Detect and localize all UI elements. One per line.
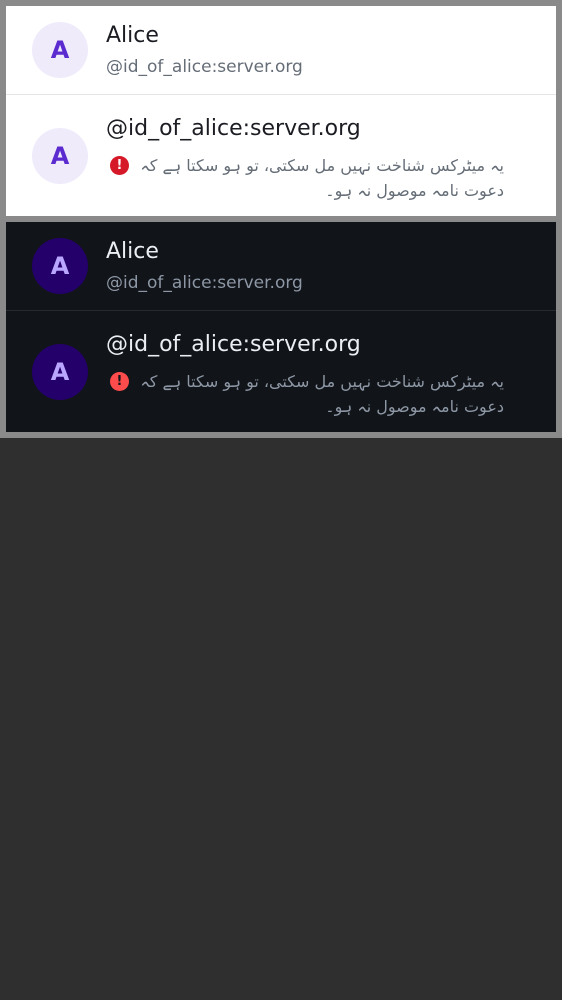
user-id: @id_of_alice:server.org xyxy=(106,57,303,77)
avatar: A xyxy=(32,22,88,78)
light-theme-panel: A Alice @id_of_alice:server.org A @id_of… xyxy=(6,6,556,216)
user-id-title: @id_of_alice:server.org xyxy=(106,332,361,357)
dark-theme-panel: A Alice @id_of_alice:server.org A @id_of… xyxy=(6,222,556,432)
error-icon: ! xyxy=(110,372,129,391)
user-id-title: @id_of_alice:server.org xyxy=(106,116,361,141)
user-id: @id_of_alice:server.org xyxy=(106,273,303,293)
preview-frame: A Alice @id_of_alice:server.org A @id_of… xyxy=(0,0,562,438)
display-name: Alice xyxy=(106,239,159,264)
unknown-user-row[interactable]: A @id_of_alice:server.org ! یہ میٹرکس شن… xyxy=(6,95,556,216)
display-name: Alice xyxy=(106,23,159,48)
warning-message: یہ میٹرکس شناخت نہیں مل سکتی، تو ہو سکتا… xyxy=(140,372,504,416)
unknown-user-row[interactable]: A @id_of_alice:server.org ! یہ میٹرکس شن… xyxy=(6,311,556,432)
avatar: A xyxy=(32,238,88,294)
error-icon: ! xyxy=(110,156,129,175)
avatar: A xyxy=(32,344,88,400)
member-row[interactable]: A Alice @id_of_alice:server.org xyxy=(6,222,556,310)
member-row[interactable]: A Alice @id_of_alice:server.org xyxy=(6,6,556,94)
warning-message: یہ میٹرکس شناخت نہیں مل سکتی، تو ہو سکتا… xyxy=(140,156,504,200)
avatar: A xyxy=(32,128,88,184)
